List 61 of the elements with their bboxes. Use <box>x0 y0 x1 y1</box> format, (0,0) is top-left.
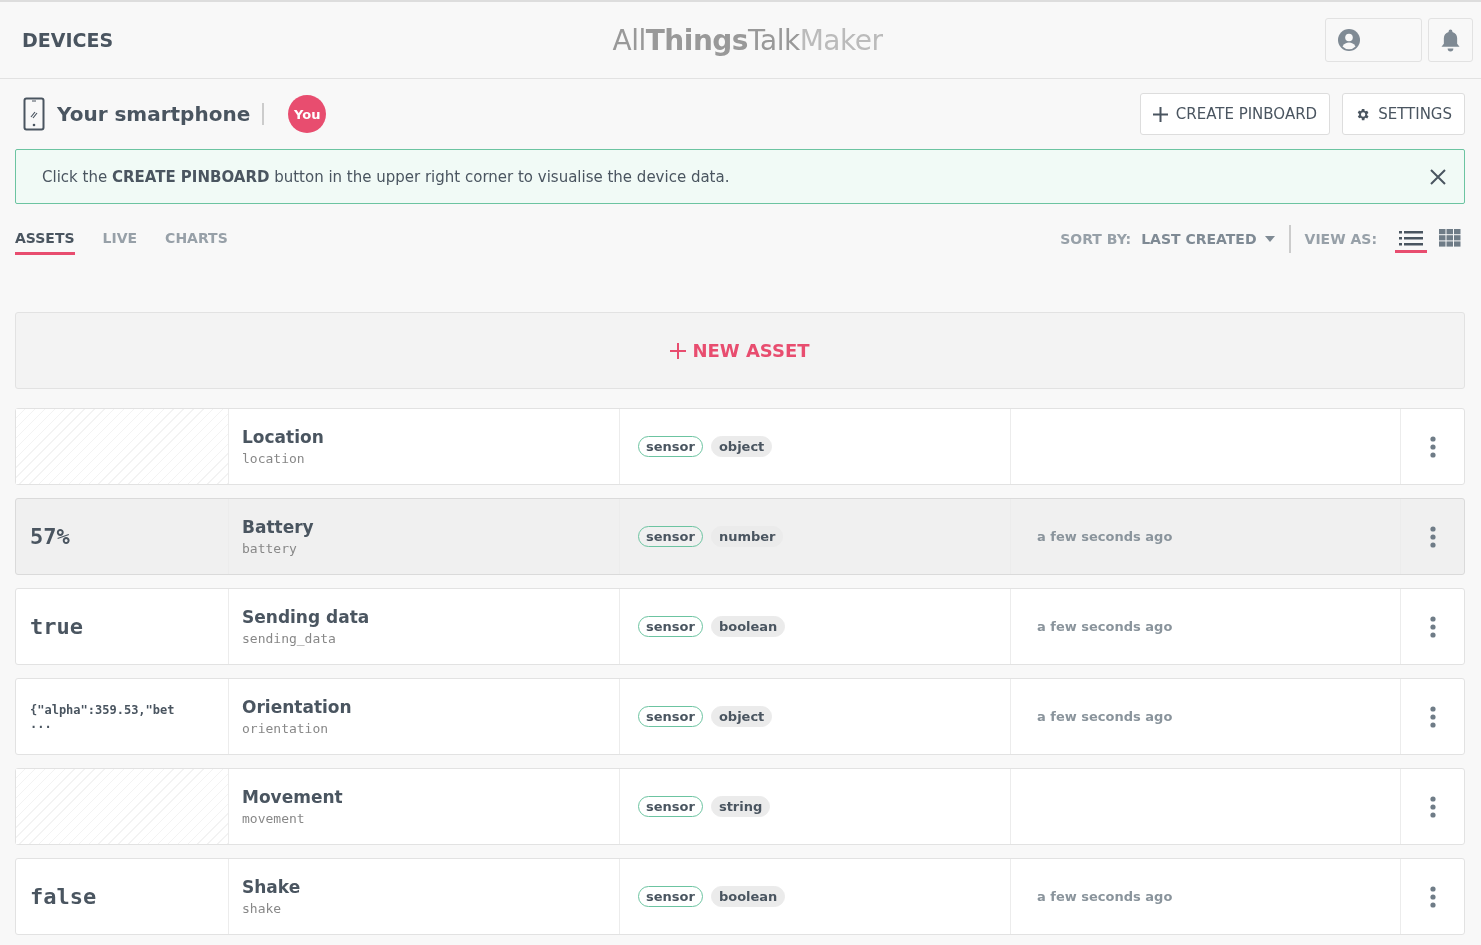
caret-icon <box>1264 236 1275 242</box>
tab[interactable]: ASSETS <box>15 223 75 255</box>
asset-name: Battery <box>242 517 315 537</box>
more-icon <box>1429 705 1436 728</box>
smartphone-icon <box>23 97 45 131</box>
account-button[interactable] <box>1325 18 1422 62</box>
asset-name: Movement <box>242 787 344 807</box>
settings-button[interactable]: SETTINGS <box>1342 93 1465 135</box>
asset-tag: boolean <box>710 616 786 637</box>
asset-row[interactable]: Movement movement sensor string <box>15 768 1465 845</box>
settings-icon <box>1355 106 1371 122</box>
notifications-button[interactable] <box>1428 18 1473 62</box>
asset-row[interactable]: {"alpha":359.53,"bet ... Orientation orientation sensor object a few seconds ago <box>15 678 1465 755</box>
asset-id: shake <box>242 901 283 916</box>
device-name: Your smartphone <box>57 103 265 125</box>
asset-timestamp: a few seconds ago <box>1037 619 1173 634</box>
asset-value: 57% <box>30 524 70 549</box>
page-title: DEVICES <box>22 29 115 51</box>
close-button[interactable] <box>1428 166 1448 187</box>
asset-tag: object <box>710 706 773 727</box>
asset-id: location <box>242 451 306 466</box>
asset-name: Sending data <box>242 607 371 627</box>
user-icon <box>1338 29 1360 51</box>
asset-id: orientation <box>242 721 330 736</box>
plus-icon <box>670 342 687 359</box>
asset-name: Orientation <box>242 697 353 717</box>
asset-value: true <box>30 614 83 639</box>
create-pinboard-button[interactable]: CREATE PINBOARD <box>1139 93 1331 135</box>
more-icon <box>1429 525 1436 548</box>
asset-tag: boolean <box>710 886 786 907</box>
sort-label: SORT BY: <box>1060 231 1132 247</box>
asset-tag: string <box>710 796 771 817</box>
asset-id: battery <box>242 541 298 556</box>
view-label: VIEW AS: <box>1304 231 1377 247</box>
asset-tag: object <box>710 436 773 457</box>
asset-name: Shake <box>242 877 302 897</box>
plus-icon <box>1152 106 1168 122</box>
asset-timestamp: a few seconds ago <box>1037 709 1173 724</box>
owner-badge: You <box>288 95 327 133</box>
asset-row[interactable]: true Sending data sending_data sensor boolean a few seconds ago <box>15 588 1465 665</box>
banner-message: Click the CREATE PINBOARD button in the upper right corner to visualise the device data. <box>42 167 730 186</box>
asset-timestamp: a few seconds ago <box>1037 529 1173 544</box>
asset-value: false <box>30 884 97 909</box>
asset-name: Location <box>242 427 325 447</box>
bell-icon <box>1441 28 1460 52</box>
asset-row[interactable]: 57% Battery battery sensor number a few seconds ago <box>15 498 1465 575</box>
asset-id: movement <box>242 811 306 826</box>
grid-icon <box>1439 228 1461 247</box>
asset-row[interactable]: false Shake shake sensor boolean a few seconds ago <box>15 858 1465 935</box>
logo: AllThingsTalkMaker <box>612 23 883 57</box>
asset-id: sending_data <box>242 631 337 646</box>
asset-row[interactable]: Location location sensor object <box>15 408 1465 485</box>
asset-value-more: ... <box>30 716 52 731</box>
asset-timestamp: a few seconds ago <box>1037 889 1173 904</box>
more-icon <box>1429 885 1436 908</box>
more-icon <box>1429 795 1436 818</box>
more-icon <box>1429 435 1436 458</box>
more-icon <box>1429 615 1436 638</box>
asset-tag: number <box>710 526 784 547</box>
list-icon <box>1399 229 1423 246</box>
asset-value: {"alpha":359.53,"bet <box>30 702 175 717</box>
